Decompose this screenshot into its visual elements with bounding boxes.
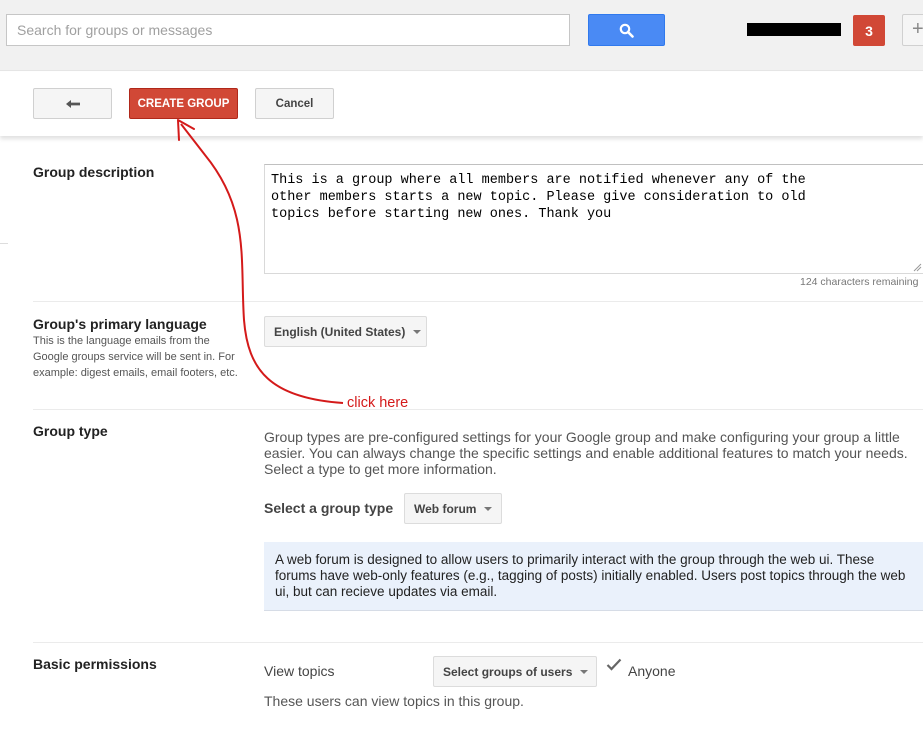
divider: [0, 243, 8, 244]
view-topics-dropdown-label: Select groups of users: [443, 664, 573, 679]
primary-language-help: This is the language emails from the Goo…: [33, 335, 238, 379]
cancel-button[interactable]: Cancel: [255, 88, 334, 119]
back-button[interactable]: [33, 88, 112, 119]
group-type-dropdown-label: Web forum: [414, 501, 477, 516]
group-type-label: Group type: [33, 423, 108, 439]
view-topics-help: These users can view topics in this grou…: [264, 693, 524, 709]
create-group-button[interactable]: CREATE GROUP: [129, 88, 238, 119]
action-bar: CREATE GROUP Cancel: [0, 72, 923, 136]
top-bar: 3 +: [0, 0, 923, 71]
account-name-redacted: [747, 23, 841, 36]
divider: [33, 409, 923, 410]
group-type-info-box: A web forum is designed to allow users t…: [264, 542, 923, 611]
plus-icon: +: [912, 18, 923, 40]
group-description-label: Group description: [33, 164, 155, 180]
view-topics-dropdown[interactable]: Select groups of users: [433, 656, 597, 687]
search-button[interactable]: [588, 14, 665, 46]
back-arrow-icon: [65, 99, 80, 108]
search-icon: [619, 23, 634, 38]
group-type-dropdown[interactable]: Web forum: [404, 493, 502, 524]
divider: [33, 301, 923, 302]
anyone-option[interactable]: Anyone: [628, 663, 675, 679]
group-description-textarea[interactable]: This is a group where all members are no…: [264, 164, 923, 274]
search-input[interactable]: [6, 14, 570, 46]
click-here-annotation: click here: [347, 395, 409, 411]
group-type-intro: Group types are pre-configured settings …: [264, 429, 908, 477]
character-count: 124 characters remaining: [800, 276, 919, 288]
caret-down-icon: [484, 506, 493, 511]
language-dropdown-label: English (United States): [274, 324, 406, 339]
resize-grip-icon[interactable]: [912, 262, 922, 272]
caret-down-icon: [413, 329, 422, 334]
view-topics-label: View topics: [264, 663, 335, 679]
divider: [33, 642, 923, 643]
notification-count-badge[interactable]: 3: [853, 15, 885, 46]
caret-down-icon: [580, 669, 589, 674]
plus-button[interactable]: +: [902, 14, 923, 46]
checkmark-icon: [606, 658, 622, 671]
primary-language-label: Group's primary language: [33, 316, 207, 332]
select-group-type-label: Select a group type: [264, 500, 394, 516]
language-dropdown[interactable]: English (United States): [264, 316, 427, 347]
basic-permissions-label: Basic permissions: [33, 656, 157, 672]
